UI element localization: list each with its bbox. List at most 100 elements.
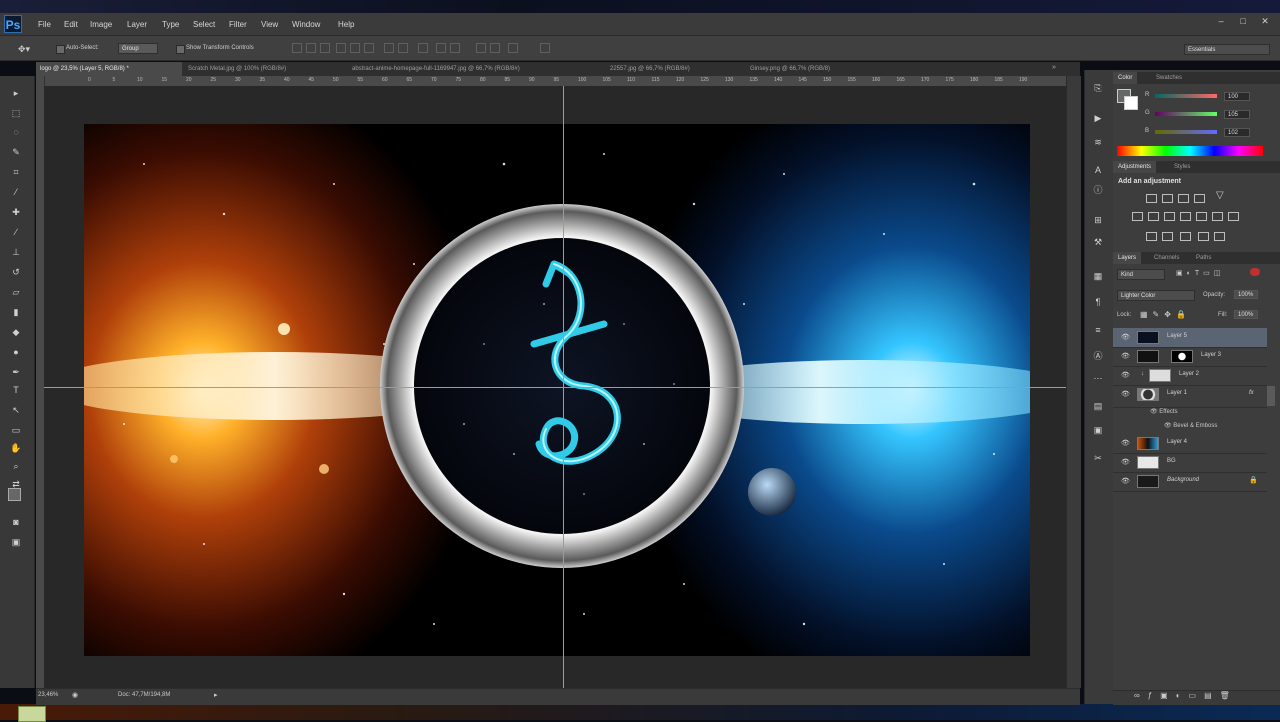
paragraph-panel-icon[interactable]: ¶ — [1091, 296, 1105, 308]
color-spectrum-ramp[interactable] — [1117, 146, 1263, 156]
lock-icons[interactable]: ▦✎✥🔒 — [1140, 310, 1191, 319]
document-canvas[interactable] — [84, 124, 1030, 656]
navigator-panel-icon[interactable]: ▦ — [1091, 270, 1105, 282]
visibility-eye-icon[interactable]: 👁 — [1121, 439, 1130, 447]
layer-row-layer-1[interactable]: 👁 Layer 1 fx — [1113, 385, 1267, 408]
distribute-left-icon[interactable] — [436, 43, 446, 53]
bevel-emboss-label[interactable]: 👁 Bevel & Emboss — [1164, 422, 1217, 429]
auto-select-checkbox[interactable] — [56, 45, 65, 54]
channel-b-value[interactable]: 102 — [1224, 128, 1250, 137]
color-lookup-icon[interactable] — [1212, 212, 1223, 221]
workspace-switcher[interactable]: Essentials — [1184, 44, 1270, 55]
visibility-eye-icon[interactable]: 👁 — [1121, 371, 1130, 379]
quick-mask-icon[interactable]: ◙ — [9, 516, 23, 528]
brush-panel-icon[interactable]: ≋ — [1091, 136, 1105, 148]
properties-panel-icon[interactable]: ≡ — [1091, 324, 1105, 336]
channel-r-slider[interactable] — [1155, 94, 1217, 98]
align-hcenter-icon[interactable] — [350, 43, 360, 53]
tab-styles[interactable]: Styles — [1169, 161, 1195, 173]
tab-swatches[interactable]: Swatches — [1151, 72, 1187, 84]
layer-row-layer-3[interactable]: 👁 Layer 3 — [1113, 347, 1267, 367]
zoom-level[interactable]: 23,46% — [38, 692, 58, 698]
gradient-map-icon[interactable] — [1180, 232, 1191, 241]
healing-brush-tool-icon[interactable]: ✚ — [9, 206, 23, 218]
auto-align-icon[interactable] — [490, 43, 500, 53]
black-white-icon[interactable] — [1164, 212, 1175, 221]
tab-logo[interactable]: logo @ 23,5% (Layer 5, RGB/8) * — [36, 62, 182, 76]
channel-r-value[interactable]: 100 — [1224, 92, 1250, 101]
exposure-icon[interactable] — [1194, 194, 1205, 203]
clone-source-icon[interactable]: ⊞ — [1091, 214, 1105, 226]
notes-panel-icon[interactable]: ▤ — [1091, 400, 1105, 412]
layers-footer-icons[interactable]: ∞ƒ▣◐▭▤🗑 — [1134, 691, 1238, 700]
horizontal-guide[interactable] — [44, 387, 1066, 388]
layer-row-layer-4[interactable]: 👁 Layer 4 — [1113, 434, 1267, 454]
menu-file[interactable]: File — [38, 20, 51, 29]
vertical-guide[interactable] — [563, 86, 564, 688]
visibility-eye-icon[interactable]: 👁 — [1121, 352, 1130, 360]
marquee-tool-icon[interactable]: ⬚ — [9, 107, 23, 119]
bevel-eye-icon[interactable]: 👁 — [1164, 423, 1173, 429]
tab-color[interactable]: Color — [1113, 72, 1138, 84]
menu-type[interactable]: Type — [162, 20, 179, 29]
layers-scrollbar[interactable] — [1267, 386, 1275, 406]
blend-mode-dropdown[interactable]: Lighter Color — [1117, 290, 1195, 301]
effects-eye-icon[interactable]: 👁 — [1150, 409, 1159, 415]
doc-size-info[interactable]: Doc: 47,7M/194,8M — [118, 692, 170, 698]
layer-filter-kind[interactable]: Kind — [1117, 269, 1165, 280]
brush-tool-icon[interactable]: ∕ — [9, 226, 23, 238]
menu-image[interactable]: Image — [90, 20, 112, 29]
blur-tool-icon[interactable]: ◆ — [9, 326, 23, 338]
history-panel-icon[interactable]: ⎘ — [1091, 82, 1105, 94]
align-top-icon[interactable] — [292, 43, 302, 53]
history-brush-tool-icon[interactable]: ↺ — [9, 266, 23, 278]
channel-g-slider[interactable] — [1155, 112, 1217, 116]
maximize-button[interactable]: □ — [1236, 15, 1250, 27]
close-button[interactable]: ✕ — [1258, 15, 1272, 27]
opacity-value[interactable]: 100% — [1234, 290, 1258, 299]
threshold-icon[interactable] — [1162, 232, 1173, 241]
vibrance-icon[interactable]: ▽ — [1216, 190, 1224, 201]
menu-view[interactable]: View — [261, 20, 278, 29]
type-tool-icon[interactable]: T — [9, 384, 23, 396]
filter-toggle-icon[interactable] — [1250, 268, 1260, 276]
eraser-tool-icon[interactable]: ▱ — [9, 286, 23, 298]
fill-value[interactable]: 100% — [1234, 310, 1258, 319]
channel-b-slider[interactable] — [1155, 130, 1217, 134]
3d-mode-icon[interactable] — [508, 43, 518, 53]
move-tool-icon[interactable]: ▸ — [9, 87, 23, 99]
layer-row-layer-2[interactable]: 👁 ↓ Layer 2 — [1113, 366, 1267, 386]
visibility-eye-icon[interactable]: 👁 — [1121, 333, 1130, 341]
menu-filter[interactable]: Filter — [229, 20, 247, 29]
status-menu-arrow-icon[interactable]: ▸ — [214, 691, 218, 699]
menu-edit[interactable]: Edit — [64, 20, 78, 29]
shadows-highlights-icon[interactable] — [1214, 232, 1225, 241]
character-panel-icon[interactable]: A — [1091, 164, 1105, 176]
selective-color-icon[interactable] — [1198, 232, 1209, 241]
screen-mode-icon[interactable]: ▣ — [9, 536, 23, 548]
vertical-scrollbar[interactable] — [1066, 76, 1081, 688]
3d-camera-icon[interactable] — [540, 43, 550, 53]
color-background-swatch[interactable] — [1124, 96, 1138, 110]
clone-stamp-tool-icon[interactable]: ⊥ — [9, 246, 23, 258]
tab-22557[interactable]: 22557.jpg @ 66,7% (RGB/8#) — [606, 62, 744, 76]
layer-row-background[interactable]: 👁 Background 🔒 — [1113, 472, 1267, 492]
tab-scratch-metal[interactable]: Scratch Metal.jpg @ 100% (RGB/8#) — [184, 62, 346, 76]
photo-filter-icon[interactable] — [1180, 212, 1191, 221]
layer-row-bg[interactable]: 👁 BG — [1113, 453, 1267, 473]
curves-icon[interactable] — [1178, 194, 1189, 203]
lasso-tool-icon[interactable]: ◌ — [9, 126, 23, 138]
tab-layers[interactable]: Layers — [1113, 252, 1142, 264]
distribute-top-icon[interactable] — [384, 43, 394, 53]
hue-saturation-icon[interactable] — [1132, 212, 1143, 221]
gradient-tool-icon[interactable]: ▮ — [9, 306, 23, 318]
tab-paths[interactable]: Paths — [1191, 252, 1216, 264]
menu-help[interactable]: Help — [338, 20, 354, 29]
visibility-eye-icon[interactable]: 👁 — [1121, 477, 1130, 485]
visibility-eye-icon[interactable]: 👁 — [1121, 458, 1130, 466]
auto-select-dropdown[interactable]: Group — [118, 43, 158, 54]
layer-row-layer-5[interactable]: 👁 Layer 5 — [1113, 328, 1267, 348]
distribute-hcenter-icon[interactable] — [450, 43, 460, 53]
glyphs-panel-icon[interactable]: Ⓐ — [1091, 350, 1105, 362]
effects-label[interactable]: 👁 Effects — [1150, 408, 1178, 415]
